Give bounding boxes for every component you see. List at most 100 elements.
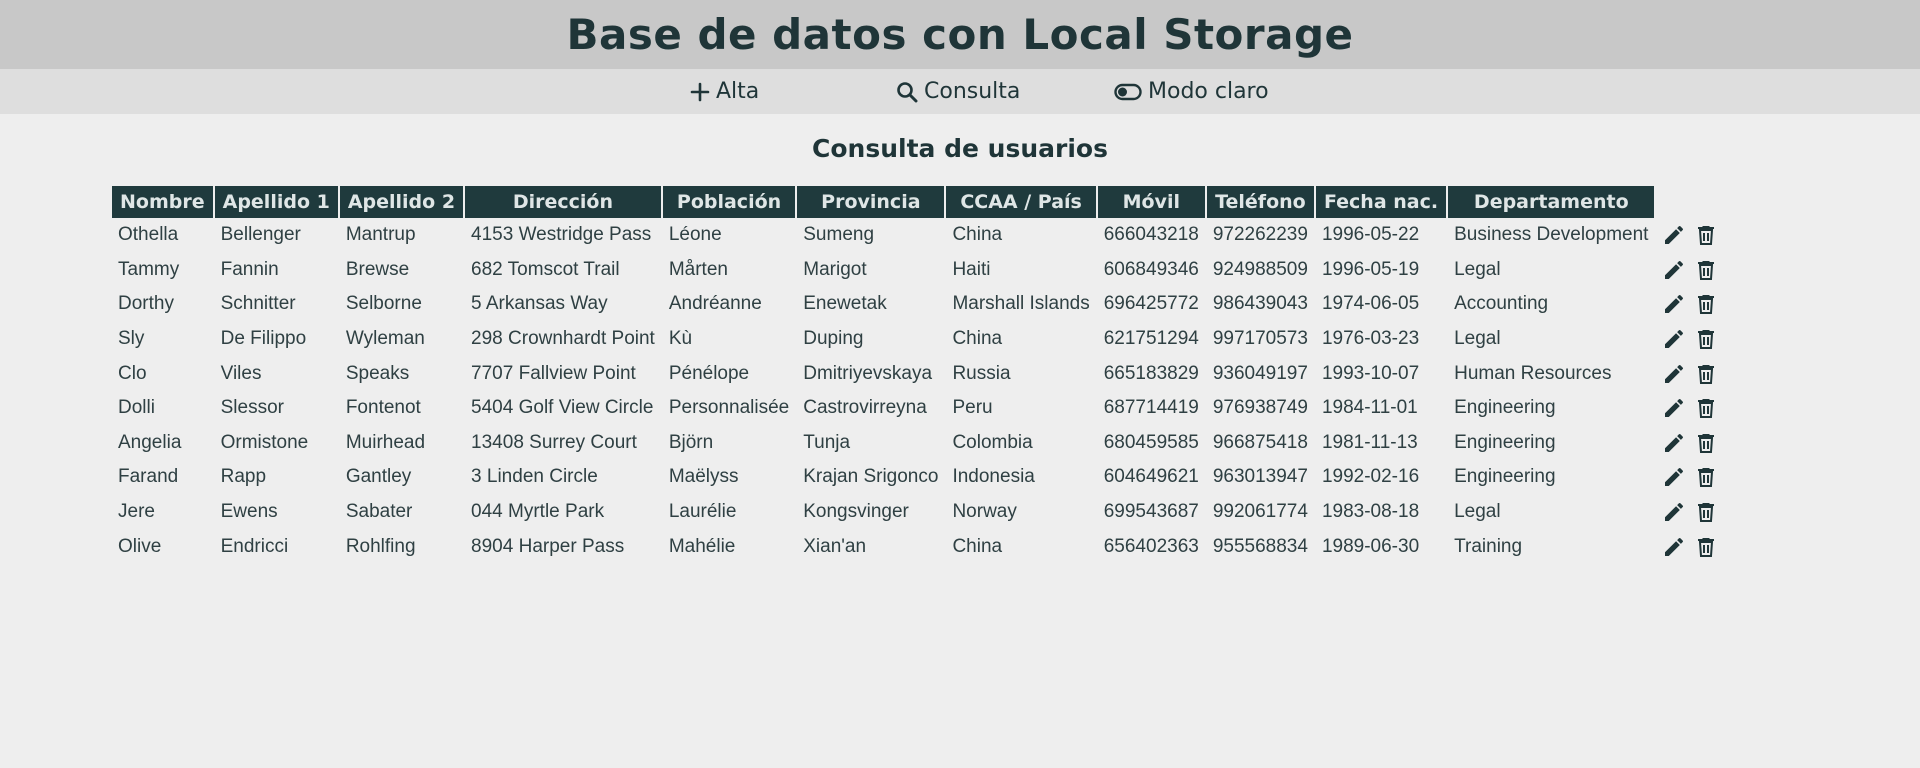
- theme-toggle[interactable]: Modo claro: [1114, 69, 1269, 114]
- table-cell: Fannin: [220, 258, 279, 280]
- table-cell: 972262239: [1212, 224, 1308, 246]
- table-cell: 1996-05-19: [1321, 258, 1420, 280]
- table-cell: 997170573: [1212, 328, 1308, 350]
- delete-icon[interactable]: [1694, 465, 1718, 489]
- table-cell: Human Resources: [1454, 362, 1612, 384]
- table-header-row: Nombre Apellido 1 Apellido 2 Dirección Pobla…: [112, 186, 1732, 218]
- edit-icon[interactable]: [1662, 258, 1686, 282]
- toggle-icon: [1114, 82, 1142, 102]
- delete-icon[interactable]: [1694, 500, 1718, 524]
- table-cell: 1981-11-13: [1321, 431, 1418, 453]
- delete-icon[interactable]: [1694, 327, 1718, 351]
- table-cell: 606849346: [1103, 258, 1199, 280]
- table-cell: Farand: [118, 466, 179, 488]
- table-cell: Engineering: [1454, 431, 1556, 453]
- table-row: Othella Bellenger Mantrup 4153 Westridge Pa…: [112, 218, 1732, 253]
- table-cell: Andréanne: [668, 293, 762, 315]
- delete-icon[interactable]: [1694, 292, 1718, 316]
- delete-icon[interactable]: [1694, 431, 1718, 455]
- table-cell: Indonesia: [952, 466, 1035, 488]
- edit-icon[interactable]: [1662, 396, 1686, 420]
- delete-icon[interactable]: [1694, 223, 1718, 247]
- table-cell: 1989-06-30: [1321, 535, 1420, 557]
- edit-icon[interactable]: [1662, 292, 1686, 316]
- row-actions: [1656, 322, 1732, 357]
- table-cell: Wyleman: [345, 328, 425, 350]
- table-cell: 986439043: [1212, 293, 1308, 315]
- table-cell: 1993-10-07: [1321, 362, 1420, 384]
- nav-consulta-link[interactable]: Consulta: [896, 69, 1020, 114]
- table-cell: Mårten: [668, 258, 728, 280]
- table-cell: Sabater: [345, 501, 413, 523]
- table-cell: Dolli: [118, 397, 155, 419]
- table-cell: 604649621: [1103, 466, 1199, 488]
- delete-icon[interactable]: [1694, 396, 1718, 420]
- row-actions: [1656, 426, 1732, 461]
- table-cell: Business Development: [1454, 224, 1649, 246]
- table-cell: 13408 Surrey Court: [471, 431, 637, 453]
- nav-alta-label: Alta: [716, 79, 760, 104]
- table-cell: 966875418: [1212, 431, 1308, 453]
- table-cell: 924988509: [1212, 258, 1308, 280]
- table-cell: 1996-05-22: [1321, 224, 1420, 246]
- row-actions: [1656, 287, 1732, 322]
- table-row: Clo Viles Speaks 7707 Fallview Point Pénélop…: [112, 356, 1732, 391]
- delete-icon[interactable]: [1694, 258, 1718, 282]
- table-cell: 687714419: [1103, 397, 1199, 419]
- row-actions: [1656, 495, 1732, 530]
- search-icon: [896, 81, 918, 103]
- table-cell: Legal: [1454, 501, 1501, 523]
- table-cell: Training: [1454, 535, 1523, 557]
- delete-icon[interactable]: [1694, 535, 1718, 559]
- table-cell: 1983-08-18: [1321, 501, 1420, 523]
- table-cell: China: [952, 328, 1003, 350]
- edit-icon[interactable]: [1662, 327, 1686, 351]
- table-cell: Colombia: [952, 431, 1033, 453]
- table-cell: Rapp: [220, 466, 267, 488]
- table-cell: 1976-03-23: [1321, 328, 1420, 350]
- nav-alta-link[interactable]: Alta: [690, 69, 759, 114]
- column-header: Provincia: [797, 186, 945, 218]
- table-cell: Endricci: [220, 535, 289, 557]
- table-cell: 699543687: [1103, 501, 1199, 523]
- table-cell: Othella: [118, 224, 179, 246]
- row-actions: [1656, 356, 1732, 391]
- main-nav: Alta Consulta Modo claro: [0, 69, 1920, 114]
- table-cell: Russia: [952, 362, 1011, 384]
- table-body: Othella Bellenger Mantrup 4153 Westridge Pa…: [112, 218, 1732, 564]
- table-cell: Marigot: [803, 258, 867, 280]
- table-cell: 621751294: [1103, 328, 1199, 350]
- table-cell: Brewse: [345, 258, 410, 280]
- table-cell: Schnitter: [220, 293, 296, 315]
- table-cell: Olive: [118, 535, 162, 557]
- table-cell: Legal: [1454, 258, 1501, 280]
- table-cell: 936049197: [1212, 362, 1308, 384]
- table-cell: Jere: [118, 501, 155, 523]
- table-cell: 976938749: [1212, 397, 1308, 419]
- table-cell: 1974-06-05: [1321, 293, 1420, 315]
- table-cell: 696425772: [1103, 293, 1199, 315]
- edit-icon[interactable]: [1662, 535, 1686, 559]
- table-cell: Haiti: [952, 258, 991, 280]
- table-row: Dorthy Schnitter Selborne 5 Arkansas Way And…: [112, 287, 1732, 322]
- table-row: Tammy Fannin Brewse 682 Tomscot Trail Mårten…: [112, 253, 1732, 288]
- edit-icon[interactable]: [1662, 431, 1686, 455]
- table-cell: Engineering: [1454, 397, 1556, 419]
- table-cell: Léone: [668, 224, 722, 246]
- table-cell: Enewetak: [803, 293, 887, 315]
- section-title: Consulta de usuarios: [812, 134, 1108, 163]
- table-cell: 5 Arkansas Way: [471, 293, 608, 315]
- column-header: Apellido 1: [214, 186, 338, 218]
- edit-icon[interactable]: [1662, 362, 1686, 386]
- table-cell: 955568834: [1212, 535, 1308, 557]
- table-cell: Peru: [952, 397, 993, 419]
- table-cell: Sly: [118, 328, 145, 350]
- edit-icon[interactable]: [1662, 223, 1686, 247]
- table-cell: 044 Myrtle Park: [471, 501, 605, 523]
- edit-icon[interactable]: [1662, 465, 1686, 489]
- edit-icon[interactable]: [1662, 500, 1686, 524]
- column-header: Población: [662, 186, 796, 218]
- delete-icon[interactable]: [1694, 362, 1718, 386]
- table-row: Olive Endricci Rohlfing 8904 Harper Pass Mah…: [112, 529, 1732, 564]
- table-cell: 666043218: [1103, 224, 1199, 246]
